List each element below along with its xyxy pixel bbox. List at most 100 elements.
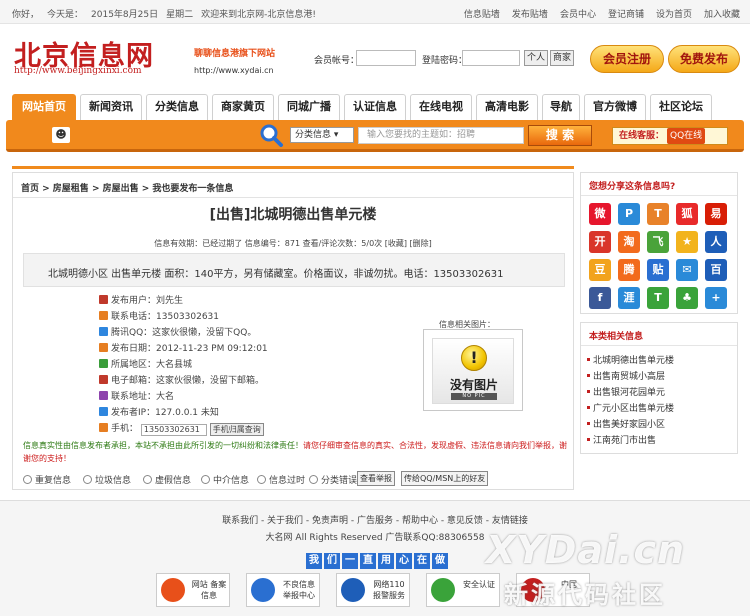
related-item[interactable]: 出售银河花园单元 (587, 385, 665, 398)
related-item[interactable]: 出售南贸城小高层 (587, 369, 665, 382)
personal-login-button[interactable]: 个人 (524, 50, 548, 66)
sina-weibo-icon[interactable]: 微 (589, 203, 611, 225)
breadcrumb[interactable]: 首页 > 房屋租售 > 房屋出售 > 我也要发布一条信息 (21, 181, 233, 194)
top-link-info-wall[interactable]: 信息贴墙 (464, 10, 500, 20)
tab-home[interactable]: 网站首页 (12, 94, 76, 120)
related-item[interactable]: 北城明德出售单元楼 (587, 353, 674, 366)
badge-security[interactable]: 安全认证 (426, 573, 500, 607)
info-image[interactable]: ! 没有图片 NO PIC (423, 329, 523, 411)
report-option-duplicate[interactable]: 重复信息 (23, 473, 71, 486)
feixin-icon[interactable]: 飞 (647, 231, 669, 253)
clover-icon[interactable]: ♣ (676, 287, 698, 309)
tab-city-broadcast[interactable]: 同城广播 (278, 94, 340, 120)
top-link-member-center[interactable]: 会员中心 (560, 10, 596, 20)
date-prefix: 今天是： (47, 10, 84, 20)
tab-news[interactable]: 新闻资讯 (80, 94, 142, 120)
share-title-divider (581, 195, 737, 196)
banner-char: 我 (306, 553, 322, 569)
report-option-fake[interactable]: 虚假信息 (143, 473, 191, 486)
info-value: 127.0.0.1 未知 (155, 408, 219, 418)
tab-navigation[interactable]: 导航 (542, 94, 580, 120)
baidu-icon[interactable]: 百 (705, 259, 727, 281)
qq-online-button[interactable]: QQ在线 (667, 128, 706, 144)
top-link-register-shop[interactable]: 登记商铺 (608, 10, 644, 20)
t-icon[interactable]: T (647, 287, 669, 309)
tab-forum[interactable]: 社区论坛 (650, 94, 712, 120)
related-item[interactable]: 出售美好家园小区 (587, 417, 665, 430)
no-image-subtext: NO PIC (451, 393, 497, 400)
pengyou-icon[interactable]: 涯 (618, 287, 640, 309)
renren-icon[interactable]: P (618, 203, 640, 225)
footer-links[interactable]: 联系我们 - 关于我们 - 免责声明 - 广告服务 - 帮助中心 - 意见反馈 … (0, 513, 750, 526)
tab-verified[interactable]: 认证信息 (344, 94, 406, 120)
sohu-icon[interactable]: 狐 (676, 203, 698, 225)
badge-cyber-police[interactable]: 网络110 报警服务 (336, 573, 410, 607)
qq-weibo-icon[interactable]: 腾 (618, 259, 640, 281)
info-label: 手机： (111, 424, 139, 434)
free-publish-button[interactable]: 免费发布 (668, 45, 740, 73)
more-share-icon[interactable]: + (705, 287, 727, 309)
user-icon[interactable]: ☻ (52, 127, 70, 143)
banner-char: 做 (432, 553, 448, 569)
mobile-number-field[interactable]: 13503302631 (140, 424, 207, 436)
report-option-label: 中介信息 (213, 476, 250, 486)
account-input[interactable] (356, 50, 416, 66)
banner-char: 直 (360, 553, 376, 569)
radio-icon[interactable] (143, 475, 152, 484)
qq-zone-icon[interactable]: ★ (676, 231, 698, 253)
related-item[interactable]: 江南苑门市出售 (587, 433, 656, 446)
badge-report-center[interactable]: 不良信息 举报中心 (246, 573, 320, 607)
report-option-agent[interactable]: 中介信息 (201, 473, 249, 486)
info-row-user: 发布用户：刘先生 (99, 293, 183, 306)
merchant-login-button[interactable]: 商家 (550, 50, 574, 66)
renren-people-icon[interactable]: 人 (705, 231, 727, 253)
related-title: 本类相关信息 (589, 332, 644, 342)
register-button[interactable]: 会员注册 (590, 45, 664, 73)
radio-icon[interactable] (257, 475, 266, 484)
tab-weibo[interactable]: 官方微博 (584, 94, 646, 120)
kaixin-icon[interactable]: 开 (589, 231, 611, 253)
info-row-phone: 联系电话：13503302631 (99, 309, 219, 322)
top-link-publish-wall[interactable]: 发布贴墙 (512, 10, 548, 20)
radio-icon[interactable] (201, 475, 210, 484)
send-to-friend-button[interactable]: 传给QQ/MSN上的好友 (401, 471, 489, 486)
report-option-wrong-category[interactable]: 分类错误 (309, 473, 357, 486)
netease-icon[interactable]: 易 (705, 203, 727, 225)
related-item[interactable]: 广元小区出售单元楼 (587, 401, 674, 414)
cyber-police-icon (341, 578, 365, 602)
tab-hd-movies[interactable]: 高清电影 (476, 94, 538, 120)
info-row-date: 发布日期：2012-11-23 PM 09:12:01 (99, 341, 268, 354)
report-option-outdated[interactable]: 信息过时 (257, 473, 305, 486)
info-row-email: 电子邮箱：这家伙很懒，没留下邮箱。 (99, 373, 264, 386)
password-input[interactable] (462, 50, 520, 66)
radio-icon[interactable] (23, 475, 32, 484)
magnifier-icon (260, 124, 283, 147)
info-label: 电子邮箱： (111, 376, 157, 386)
search-button[interactable]: 搜 索 (528, 125, 592, 146)
online-service: 在线客服： QQ在线 (612, 127, 728, 145)
tab-online-tv[interactable]: 在线电视 (410, 94, 472, 120)
report-option-spam[interactable]: 垃圾信息 (83, 473, 131, 486)
top-link-set-homepage[interactable]: 设为首页 (656, 10, 692, 20)
breadcrumb-divider (13, 197, 573, 198)
taobao-icon[interactable]: 淘 (618, 231, 640, 253)
douban-icon[interactable]: 豆 (589, 259, 611, 281)
info-row-mobile: 手机： 13503302631 手机归属查询 (99, 421, 264, 436)
info-label: 联系电话： (111, 312, 157, 322)
top-link-add-favorite[interactable]: 加入收藏 (704, 10, 740, 20)
baidu-tieba-icon[interactable]: 贴 (647, 259, 669, 281)
tab-classified[interactable]: 分类信息 (146, 94, 208, 120)
radio-icon[interactable] (309, 475, 318, 484)
mobile-lookup-button[interactable]: 手机归属查询 (209, 423, 264, 436)
tianya-icon[interactable]: T (647, 203, 669, 225)
disclaimer-green: 信息真实性由信息发布者承担，本站不承担由此所引发的一切纠纷和法律责任！ (23, 441, 303, 450)
tab-yellow-pages[interactable]: 商家黄页 (212, 94, 274, 120)
radio-icon[interactable] (83, 475, 92, 484)
info-value: 大名县城 (156, 360, 193, 370)
search-input[interactable]: 输入您要找的主题如：招聘 (358, 127, 524, 144)
view-report-button[interactable]: 查看举报 (357, 471, 395, 486)
facebook-icon[interactable]: f (589, 287, 611, 309)
email-icon[interactable]: ✉ (676, 259, 698, 281)
search-category-select[interactable]: 分类信息 ▾ (290, 127, 354, 143)
badge-icp-record[interactable]: 网站 备案信息 (156, 573, 230, 607)
